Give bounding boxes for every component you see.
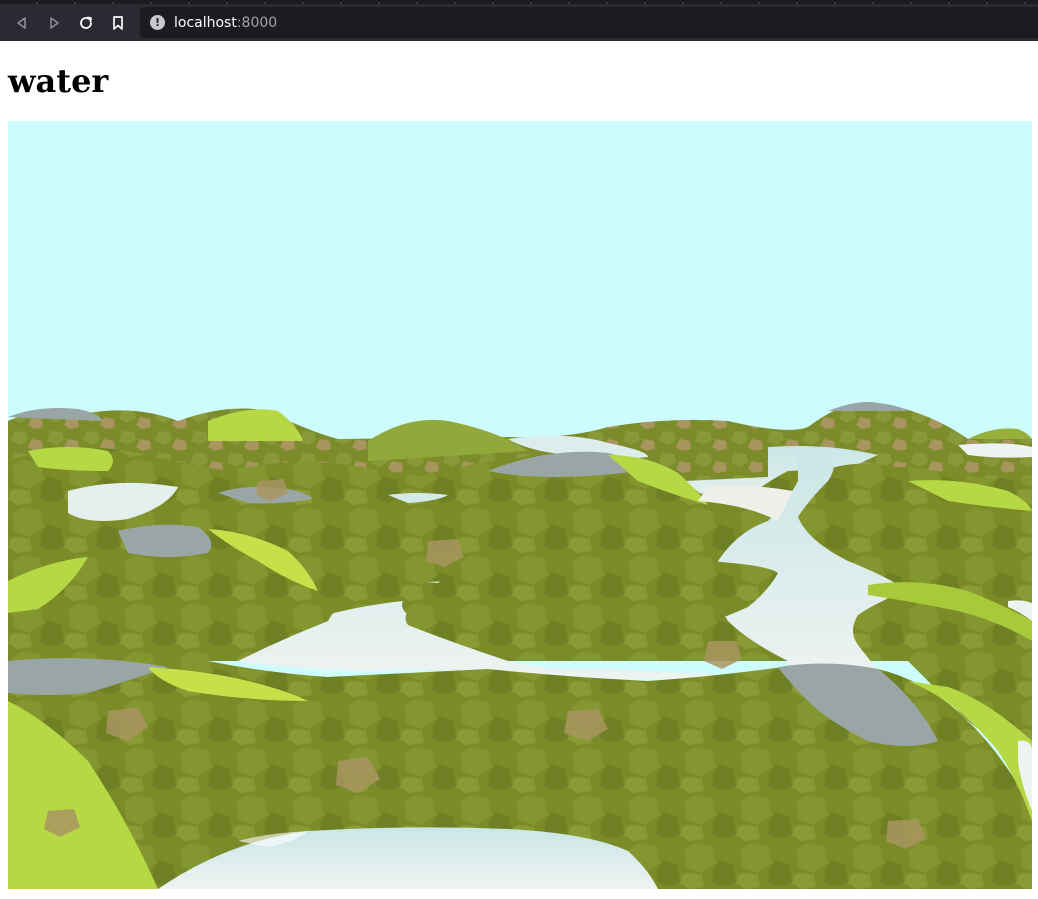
sky xyxy=(8,121,1032,441)
back-arrow-icon xyxy=(15,16,29,30)
info-icon[interactable]: ! xyxy=(150,15,165,30)
bookmark-icon xyxy=(111,15,125,31)
bookmark-button[interactable] xyxy=(107,12,129,34)
reload-button[interactable] xyxy=(75,12,97,34)
terrain-render xyxy=(8,121,1032,889)
page-title: water xyxy=(8,62,109,100)
url-host: localhost xyxy=(174,14,237,31)
browser-toolbar: ! localhost:8000 xyxy=(0,0,1038,41)
url-bar[interactable]: ! localhost:8000 xyxy=(140,7,1038,38)
terrain-canvas[interactable] xyxy=(8,121,1032,889)
forward-arrow-icon xyxy=(47,16,61,30)
back-button[interactable] xyxy=(11,12,33,34)
url-text: localhost:8000 xyxy=(174,15,277,31)
url-port: :8000 xyxy=(236,14,278,31)
forward-button[interactable] xyxy=(43,12,65,34)
tab-strip xyxy=(0,2,1038,4)
reload-icon xyxy=(78,15,94,31)
